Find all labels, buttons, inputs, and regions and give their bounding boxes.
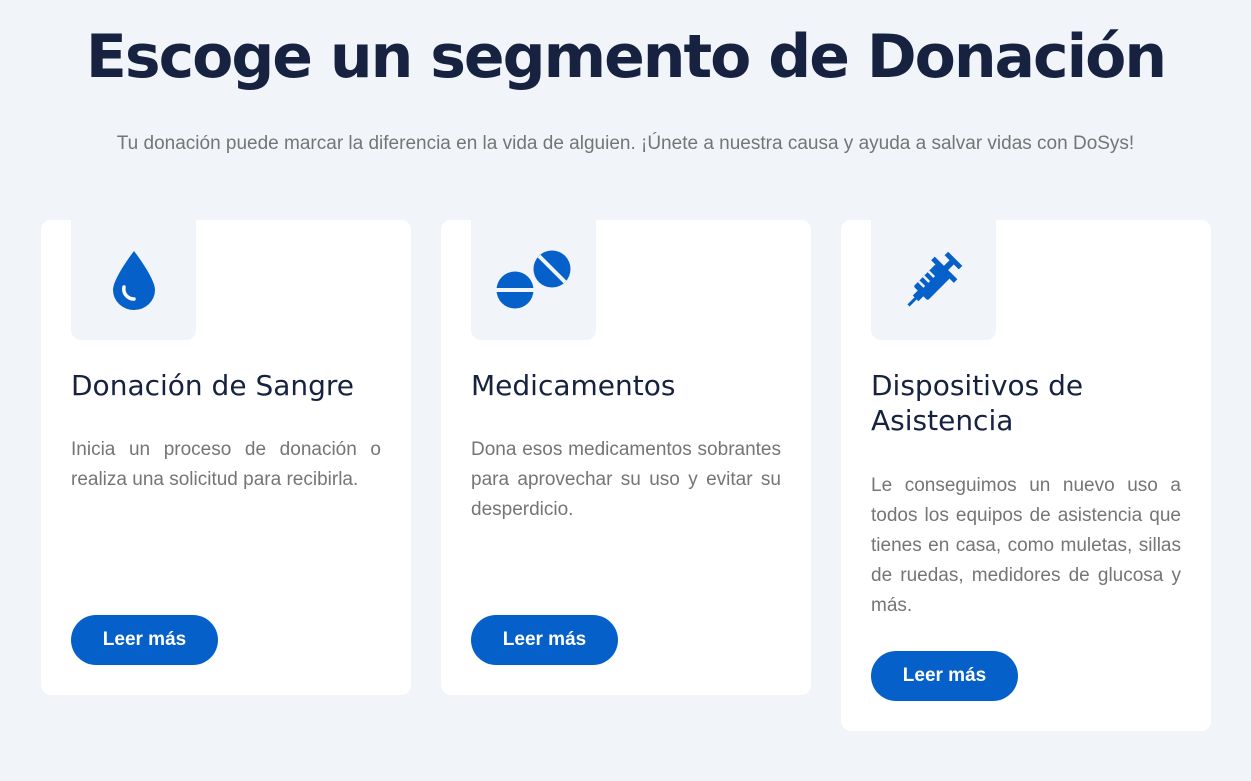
page-title: Escoge un segmento de Donación [85,22,1167,92]
page-subtitle: Tu donación puede marcar la diferencia e… [116,133,1135,154]
card-description: Le conseguimos un nuevo uso a todos los … [871,475,1181,616]
card-medications: Medicamentos Dona esos medicamentos sobr… [441,220,811,695]
blood-drop-icon [71,220,196,340]
read-more-button[interactable]: Leer más [871,651,1018,701]
read-more-button[interactable]: Leer más [471,615,618,665]
card-title: Medicamentos [471,369,676,402]
syringe-icon [871,220,996,340]
card-description: Inicia un proceso de donación o realiza … [71,439,381,490]
pills-icon [471,220,596,340]
card-title: Donación de Sangre [71,369,355,402]
card-description: Dona esos medicamentos sobrantes para ap… [471,439,781,520]
card-assistive-devices: Dispositivos de Asistencia Le conseguimo… [841,220,1211,731]
card-title: Dispositivos de Asistencia [871,369,1084,437]
card-blood-donation: Donación de Sangre Inicia un proceso de … [41,220,411,695]
read-more-button[interactable]: Leer más [71,615,218,665]
